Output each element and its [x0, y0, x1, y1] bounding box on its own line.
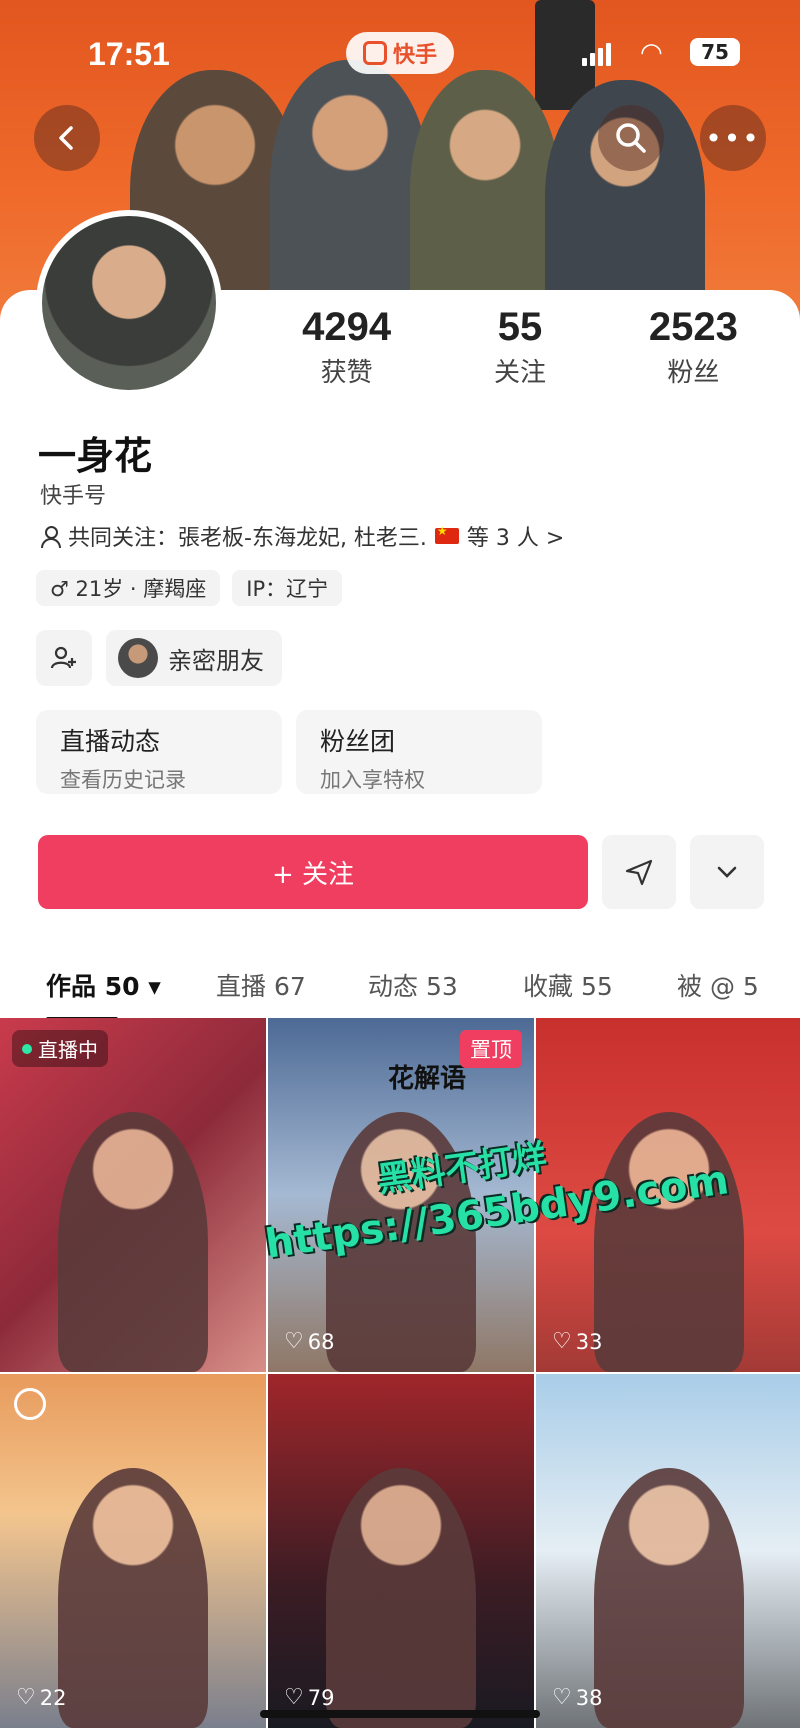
stat-value: 4294 — [302, 305, 392, 349]
app-pill[interactable]: 快手 — [346, 32, 454, 74]
tab-favorites[interactable]: 收藏 55 — [523, 967, 677, 1003]
like-value: 79 — [307, 1685, 335, 1710]
stat-value: 55 — [497, 305, 543, 349]
live-dot-icon — [22, 1043, 32, 1054]
person-icon — [40, 526, 61, 548]
pinned-badge: 置顶 — [460, 1030, 522, 1068]
profile-name: 一身花 — [38, 434, 153, 478]
like-value: 68 — [307, 1329, 335, 1354]
video-thumbnail[interactable]: 直播中 — [0, 1018, 266, 1372]
heart-icon: ♡ — [284, 1685, 304, 1710]
video-thumbnail[interactable]: ♡ 38 — [536, 1374, 800, 1728]
app-name: 快手 — [392, 43, 437, 68]
fan-club-card[interactable]: 粉丝团 加入享特权 — [296, 710, 542, 794]
like-count: ♡ 38 — [552, 1685, 602, 1710]
friend-row: 亲密朋友 — [36, 630, 282, 686]
live-badge: 直播中 — [12, 1030, 108, 1067]
status-time: 17:51 — [88, 36, 170, 72]
chevron-down-icon — [717, 866, 737, 878]
like-value: 22 — [39, 1685, 67, 1710]
video-thumbnail[interactable]: ♡ 22 — [0, 1374, 266, 1728]
feature-title: 粉丝团 — [320, 727, 396, 756]
friend-avatar — [118, 638, 158, 678]
live-badge-label: 直播中 — [38, 1038, 98, 1062]
send-icon — [625, 859, 653, 886]
home-indicator — [260, 1710, 540, 1718]
heart-icon: ♡ — [552, 1685, 572, 1710]
wifi-icon: ◠ — [640, 38, 663, 68]
chevron-left-icon — [59, 126, 73, 150]
feature-title: 直播动态 — [60, 727, 161, 756]
tag-age: ♂ 21岁 · 摩羯座 — [36, 570, 221, 606]
feature-boxes: 直播动态 查看历史记录 粉丝团 加入享特权 — [36, 710, 542, 794]
stat-following[interactable]: 55 关注 — [433, 305, 606, 389]
tab-live[interactable]: 直播 67 — [216, 967, 368, 1003]
back-button[interactable] — [34, 105, 100, 171]
loop-icon — [14, 1388, 46, 1420]
battery-icon: 75 — [690, 38, 740, 66]
heart-icon: ♡ — [284, 1329, 304, 1354]
close-friend-label: 亲密朋友 — [168, 646, 264, 675]
kuaishou-logo-icon — [362, 41, 387, 65]
video-thumbnail[interactable]: ♡ 79 — [268, 1374, 534, 1728]
like-value: 38 — [575, 1685, 603, 1710]
like-count: ♡ 68 — [284, 1329, 334, 1354]
stat-label: 获赞 — [320, 358, 373, 388]
stat-followers[interactable]: 2523 粉丝 — [607, 305, 780, 389]
follow-button[interactable]: + 关注 — [38, 835, 588, 909]
mutual-follow-suffix: 等 3 人 > — [466, 526, 565, 551]
more-button[interactable]: ••• — [700, 105, 766, 171]
heart-icon: ♡ — [16, 1685, 36, 1710]
add-person-icon — [50, 646, 76, 669]
tab-label: 作品 50 ▾ — [46, 972, 161, 1001]
heart-icon: ♡ — [552, 1329, 572, 1354]
avatar[interactable] — [36, 210, 222, 396]
china-flag-icon — [434, 524, 459, 544]
header-person — [410, 70, 560, 320]
tab-works[interactable]: 作品 50 ▾ — [46, 967, 216, 1021]
message-button[interactable] — [602, 835, 676, 909]
stat-label: 关注 — [493, 358, 546, 388]
thumbnail-person — [58, 1468, 208, 1728]
add-friend-button[interactable] — [36, 630, 92, 686]
action-row: + 关注 — [38, 835, 764, 909]
expand-button[interactable] — [690, 835, 764, 909]
tab-moments[interactable]: 动态 53 — [368, 967, 523, 1003]
tab-mentions[interactable]: 被 @ 5 — [677, 967, 759, 1003]
feature-subtitle: 查看历史记录 — [60, 768, 186, 792]
search-button[interactable] — [598, 105, 664, 171]
more-dots-icon: ••• — [705, 121, 761, 155]
like-count: ♡ 79 — [284, 1685, 334, 1710]
status-bar: 17:51 快手 ◠ 75 — [0, 30, 800, 80]
like-count: ♡ 33 — [552, 1329, 602, 1354]
stats-row: 4294 获赞 55 关注 2523 粉丝 — [260, 305, 780, 389]
content-tabs: 作品 50 ▾ 直播 67 动态 53 收藏 55 被 @ 5 — [0, 950, 800, 1021]
signal-icon — [582, 42, 611, 66]
live-history-card[interactable]: 直播动态 查看历史记录 — [36, 710, 282, 794]
search-icon — [616, 123, 646, 153]
thumbnail-person — [58, 1112, 208, 1372]
feature-subtitle: 加入享特权 — [320, 768, 425, 792]
stat-value: 2523 — [648, 305, 738, 349]
profile-tags: ♂ 21岁 · 摩羯座 IP：辽宁 — [36, 570, 343, 606]
stat-label: 粉丝 — [667, 358, 720, 388]
like-value: 33 — [575, 1329, 603, 1354]
mutual-follow-row[interactable]: 共同关注：張老板-东海龙妃, 杜老三. 等 3 人 > — [40, 520, 564, 552]
tag-ip: IP：辽宁 — [232, 570, 343, 606]
thumbnail-person — [326, 1468, 476, 1728]
mutual-follow-text: 共同关注：張老板-东海龙妃, 杜老三. — [68, 526, 427, 551]
video-grid: 直播中 花解语 置顶 ♡ 68 ♡ 33 ♡ 22 ♡ 79 ♡ 38 — [0, 1018, 800, 1728]
kuaishou-id: 快手号 — [40, 484, 107, 509]
close-friend-button[interactable]: 亲密朋友 — [106, 630, 282, 686]
thumbnail-caption: 花解语 — [388, 1064, 467, 1094]
header-person — [270, 60, 430, 320]
thumbnail-person — [594, 1468, 744, 1728]
stat-likes[interactable]: 4294 获赞 — [260, 305, 433, 389]
like-count: ♡ 22 — [16, 1685, 66, 1710]
